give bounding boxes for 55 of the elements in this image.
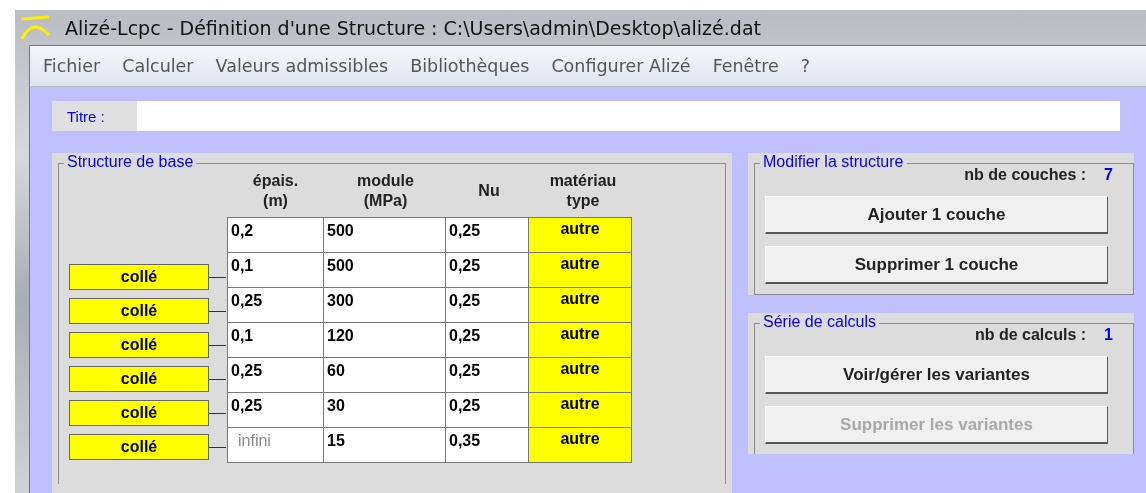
table-cell[interactable]: 500 bbox=[323, 217, 446, 253]
interface-button[interactable]: collé bbox=[69, 434, 209, 460]
table-cell[interactable]: 0,25 bbox=[445, 392, 529, 428]
table-cell[interactable]: 120 bbox=[323, 322, 446, 358]
count-value: 1 bbox=[1104, 326, 1113, 344]
title-input-field[interactable] bbox=[137, 101, 1120, 131]
count-value: 7 bbox=[1104, 166, 1113, 184]
material-cell[interactable]: autre bbox=[528, 427, 632, 463]
action-button[interactable]: Ajouter 1 couche bbox=[765, 196, 1108, 234]
interface-button[interactable]: collé bbox=[69, 400, 209, 426]
column-header: matériau type bbox=[548, 170, 618, 211]
material-cell[interactable]: autre bbox=[528, 322, 632, 358]
material-cell[interactable]: autre bbox=[528, 252, 632, 288]
table-cell[interactable]: 30 bbox=[323, 392, 446, 428]
material-cell[interactable]: autre bbox=[528, 287, 632, 323]
table-cell[interactable]: 0,25 bbox=[227, 287, 324, 323]
interface-button[interactable]: collé bbox=[69, 264, 209, 290]
column-header: épais. (m) bbox=[251, 170, 300, 211]
material-cell[interactable]: autre bbox=[528, 217, 632, 253]
menu-item[interactable]: Fenêtre bbox=[703, 56, 788, 76]
table-cell[interactable]: 15 bbox=[323, 427, 446, 463]
table-cell[interactable]: 0,25 bbox=[445, 322, 529, 358]
action-button[interactable]: Voir/gérer les variantes bbox=[765, 356, 1108, 394]
table-cell[interactable]: 300 bbox=[323, 287, 446, 323]
table-cell[interactable]: 0,25 bbox=[445, 217, 529, 253]
table-cell[interactable]: 0,1 bbox=[227, 252, 324, 288]
menu-item[interactable]: Bibliothèques bbox=[401, 56, 539, 76]
action-button[interactable]: Supprimer 1 couche bbox=[765, 246, 1108, 284]
logo-icon bbox=[19, 14, 53, 41]
count-label: nb de calculs : bbox=[974, 326, 1087, 344]
table-cell[interactable]: 60 bbox=[323, 357, 446, 393]
material-cell[interactable]: autre bbox=[528, 392, 632, 428]
window-title: Alizé-Lcpc - Définition d'une Structure : C:\Users\admin\Desktop\alizé.dat bbox=[65, 16, 761, 39]
interface-button[interactable]: collé bbox=[69, 366, 209, 392]
table-cell[interactable]: 0,1 bbox=[227, 322, 324, 358]
table-cell[interactable]: 0,25 bbox=[445, 252, 529, 288]
table-cell[interactable]: 500 bbox=[323, 252, 446, 288]
table-cell[interactable]: 0,25 bbox=[227, 357, 324, 393]
table-cell[interactable]: 0,25 bbox=[227, 392, 324, 428]
table-cell[interactable]: 0,25 bbox=[445, 357, 529, 393]
field-label: Titre : bbox=[52, 101, 137, 131]
material-cell[interactable]: autre bbox=[528, 357, 632, 393]
menu-item[interactable]: ? bbox=[791, 56, 820, 76]
table-cell[interactable]: 0,2 bbox=[227, 217, 324, 253]
column-header: module (MPa) bbox=[356, 170, 415, 211]
menu-item[interactable]: Calculer bbox=[113, 56, 203, 76]
count-label: nb de couches : bbox=[964, 166, 1087, 184]
table-cell[interactable]: 0,25 bbox=[445, 287, 529, 323]
column-header: Nu bbox=[477, 180, 501, 201]
menu-item[interactable]: Fichier bbox=[34, 56, 110, 76]
menu-item[interactable]: Valeurs admissibles bbox=[206, 56, 398, 76]
interface-button[interactable]: collé bbox=[69, 298, 209, 324]
interface-button[interactable]: collé bbox=[69, 332, 209, 358]
table-cell[interactable]: 0,35 bbox=[445, 427, 529, 463]
menu-item[interactable]: Configurer Alizé bbox=[542, 56, 700, 76]
